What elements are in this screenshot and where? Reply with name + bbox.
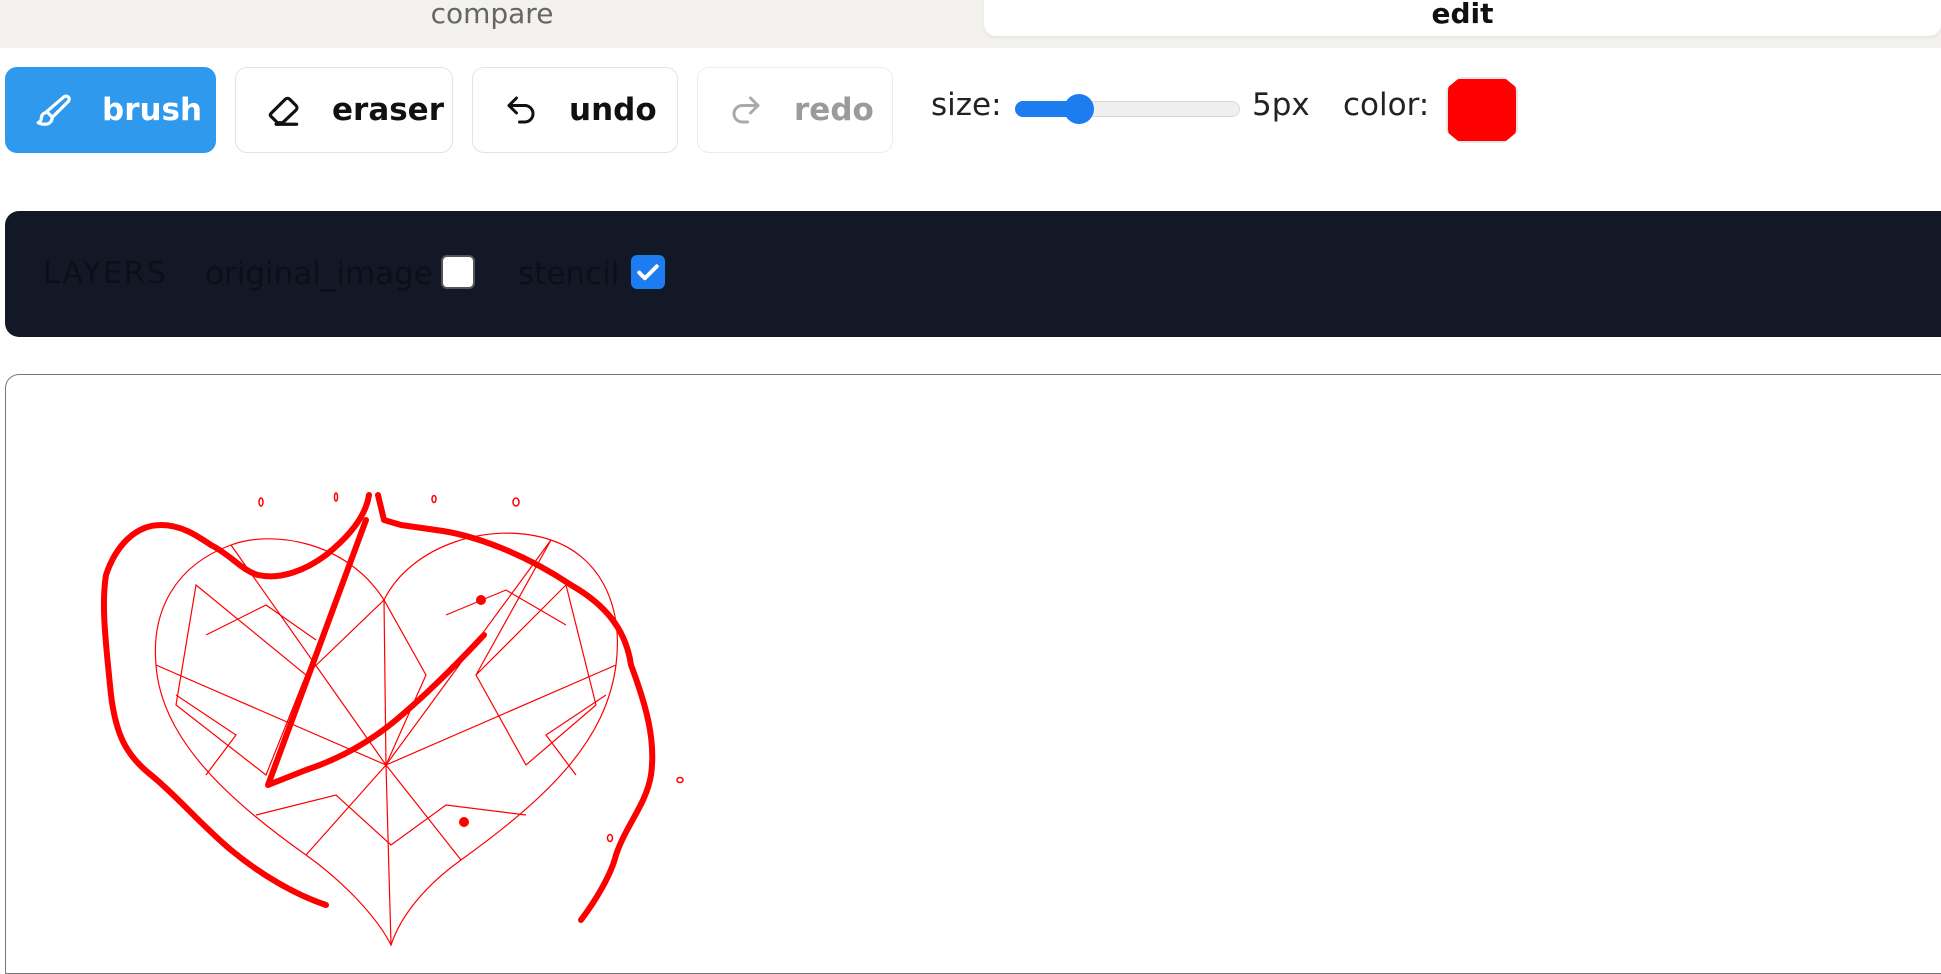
brush-label: brush	[102, 92, 203, 128]
layer-label-original-image: original_image	[205, 256, 433, 292]
layers-panel: LAYERS original_image stencil	[5, 211, 1941, 337]
brush-dots	[459, 595, 486, 827]
brush-strokes	[100, 492, 656, 923]
undo-button[interactable]: undo	[472, 67, 678, 153]
redo-icon	[726, 90, 766, 130]
layer-checkbox-stencil[interactable]	[631, 255, 665, 289]
redo-label: redo	[794, 92, 874, 128]
size-slider[interactable]	[1015, 94, 1240, 124]
stray-marks	[258, 492, 684, 843]
redo-button[interactable]: redo	[697, 67, 893, 153]
size-label: size:	[931, 87, 1002, 123]
color-picker-swatch[interactable]	[1446, 77, 1518, 143]
tab-edit[interactable]: edit	[984, 0, 1941, 36]
drawing-toolbar: brush eraser undo redo size: 5px color:	[0, 67, 1941, 153]
eraser-button[interactable]: eraser	[235, 67, 453, 153]
layer-checkbox-original-image[interactable]	[441, 255, 475, 289]
drawing-canvas[interactable]	[5, 374, 1941, 974]
color-label: color:	[1343, 87, 1430, 123]
tab-bar: compare edit	[0, 0, 1941, 48]
brush-icon	[34, 90, 74, 130]
undo-icon	[501, 90, 541, 130]
tab-compare[interactable]: compare	[0, 0, 984, 36]
size-value: 5px	[1252, 87, 1310, 123]
checkmark-icon	[637, 264, 659, 281]
layer-label-stencil: stencil	[518, 256, 620, 292]
slider-thumb[interactable]	[1063, 94, 1094, 124]
eraser-label: eraser	[332, 92, 444, 128]
eraser-icon	[264, 90, 304, 130]
brush-button[interactable]: brush	[5, 67, 216, 153]
canvas-drawing	[100, 492, 684, 947]
undo-label: undo	[569, 92, 657, 128]
layers-title: LAYERS	[43, 256, 168, 291]
stencil-heart	[154, 532, 618, 947]
